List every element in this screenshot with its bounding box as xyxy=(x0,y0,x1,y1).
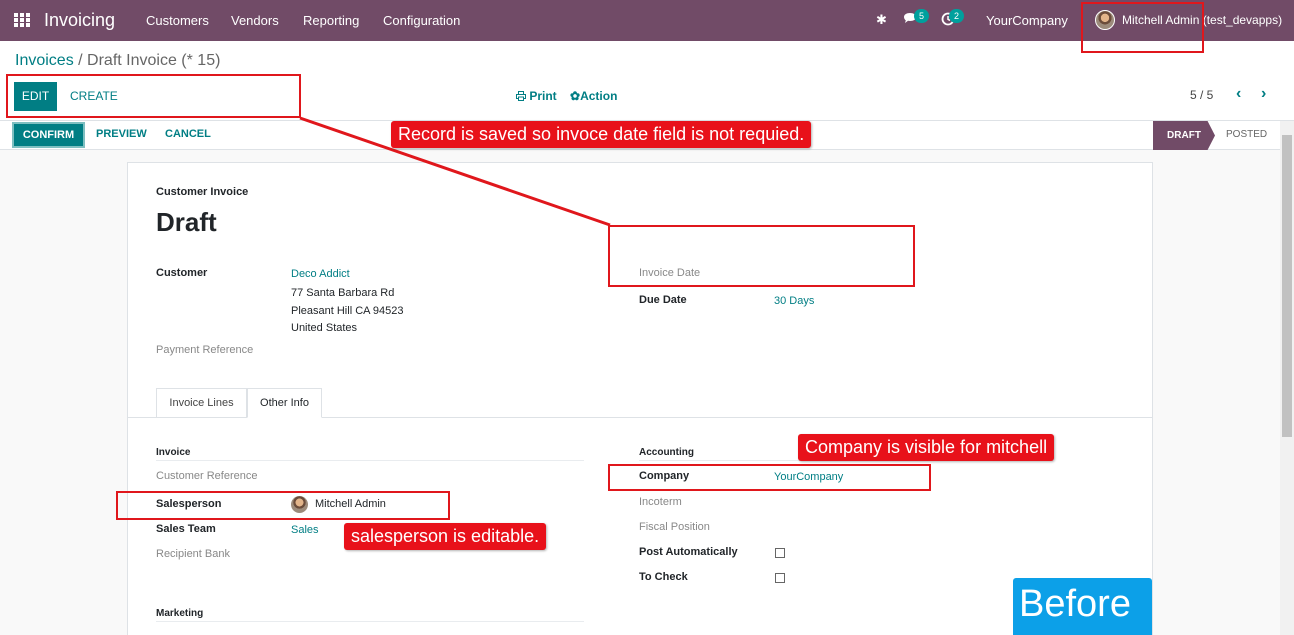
before-badge: Before xyxy=(1013,578,1152,635)
note-company-visible: Company is visible for mitchell xyxy=(798,434,1055,461)
note-record-saved: Record is saved so invoce date field is … xyxy=(391,121,812,148)
note-salesperson-editable: salesperson is editable. xyxy=(344,523,547,550)
annotation-arrow xyxy=(299,116,611,227)
